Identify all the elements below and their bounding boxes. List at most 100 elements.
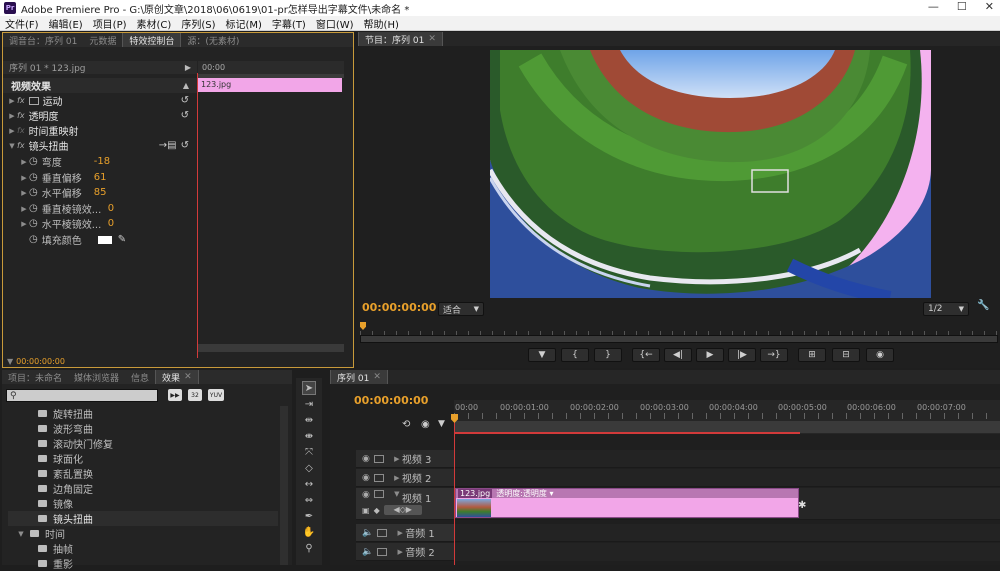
collapse-triangle-icon[interactable]: ▼: [7, 142, 17, 150]
param-row-horizontal-prism[interactable]: ▶ ◷ 水平棱镜效... 0: [3, 216, 197, 231]
clip-end-handle-icon[interactable]: ✱: [798, 500, 806, 511]
keyframe-icon[interactable]: ◆: [374, 506, 380, 515]
search-box[interactable]: ⚲: [6, 389, 158, 402]
lock-toggle-icon[interactable]: [373, 490, 384, 498]
stopwatch-icon[interactable]: ◷: [29, 203, 38, 214]
list-item[interactable]: 边角固定: [8, 481, 278, 496]
resolution-dropdown[interactable]: 1/2 ▼: [923, 302, 969, 316]
track-header-video-2[interactable]: ◉ ▶ 视频 2: [356, 469, 454, 487]
effect-controls-scrollbar[interactable]: [198, 344, 344, 352]
search-input[interactable]: [16, 390, 147, 401]
eye-icon[interactable]: ◉: [362, 473, 370, 483]
expand-triangle-icon[interactable]: ▶: [19, 205, 29, 213]
close-tab-icon[interactable]: ✕: [373, 372, 381, 382]
list-item[interactable]: 滚动快门修复: [8, 436, 278, 451]
menu-marker[interactable]: 标记(M): [220, 16, 266, 31]
program-zoom-bar[interactable]: [360, 335, 998, 343]
fill-color-swatch[interactable]: [97, 235, 112, 244]
lock-toggle-icon[interactable]: [373, 454, 384, 463]
list-item-selected[interactable]: 镜头扭曲: [8, 511, 278, 526]
fx-icon[interactable]: fx: [17, 126, 25, 135]
tab-audio-mixer[interactable]: 调音台：序列 01: [3, 33, 83, 47]
track-lane-video-2[interactable]: [455, 469, 1000, 487]
eye-icon[interactable]: ◉: [362, 490, 370, 500]
expand-triangle-icon[interactable]: ▶: [19, 220, 29, 228]
pen-tool-icon[interactable]: ✒: [302, 509, 316, 523]
collapse-triangle-icon[interactable]: ▼: [16, 530, 26, 538]
param-value[interactable]: 61: [94, 172, 107, 183]
snap-icon[interactable]: ⟲: [402, 419, 410, 430]
track-lane-video-3[interactable]: [455, 450, 1000, 468]
header-arrow-icon[interactable]: ▶: [185, 63, 191, 72]
track-select-tool-icon[interactable]: ⇥: [302, 397, 316, 411]
fx-icon[interactable]: fx: [17, 141, 25, 150]
collapse-triangle-icon[interactable]: ▼: [392, 490, 402, 498]
export-frame-button[interactable]: ◉: [866, 348, 894, 362]
mark-out-button[interactable]: }: [594, 348, 622, 362]
go-to-in-button[interactable]: {←: [632, 348, 660, 362]
maximize-button[interactable]: ☐: [957, 0, 967, 13]
display-style-icon[interactable]: ▣: [362, 506, 370, 515]
razor-tool-icon[interactable]: ◇: [302, 461, 316, 475]
list-item[interactable]: 球面化: [8, 451, 278, 466]
param-row-horizontal-offset[interactable]: ▶ ◷ 水平偏移 85: [3, 185, 197, 200]
stopwatch-icon[interactable]: ◷: [29, 156, 38, 167]
close-tab-icon[interactable]: ✕: [428, 34, 436, 44]
effect-menu-icon[interactable]: →▤: [159, 140, 177, 151]
rolling-edit-tool-icon[interactable]: ⇼: [302, 429, 316, 443]
param-row-vertical-prism[interactable]: ▶ ◷ 垂直棱镜效... 0: [3, 201, 197, 216]
hand-tool-icon[interactable]: ✋: [302, 525, 316, 539]
stopwatch-icon[interactable]: ◷: [29, 187, 38, 198]
effect-controls-time[interactable]: 00:00:00:00: [16, 357, 65, 366]
menu-clip[interactable]: 素材(C): [132, 16, 177, 31]
tab-project[interactable]: 项目：未命名: [2, 370, 68, 384]
track-header-audio-1[interactable]: 🔈 ▶ 音频 1: [356, 524, 454, 542]
program-timecode[interactable]: 00:00:00:00: [362, 301, 436, 314]
lock-toggle-icon[interactable]: [377, 528, 388, 537]
speaker-icon[interactable]: 🔈: [362, 528, 373, 538]
mark-in-button[interactable]: {: [561, 348, 589, 362]
param-value[interactable]: 0: [108, 203, 114, 214]
reset-icon[interactable]: ↺: [181, 140, 189, 151]
list-item[interactable]: 紊乱置换: [8, 466, 278, 481]
expand-triangle-icon[interactable]: ▶: [7, 97, 17, 105]
tab-effect-controls[interactable]: 特效控制台: [122, 33, 182, 47]
keyframe-controls[interactable]: ▣ ◆ ◀◇▶: [362, 504, 442, 516]
slide-tool-icon[interactable]: ⇔: [302, 493, 316, 507]
eye-icon[interactable]: ◉: [362, 454, 370, 464]
expand-triangle-icon[interactable]: ▶: [395, 548, 405, 556]
wrench-icon[interactable]: 🔧: [977, 300, 989, 311]
track-lane-audio-2[interactable]: [455, 543, 1000, 561]
tab-metadata[interactable]: 元数据: [83, 33, 122, 47]
menu-help[interactable]: 帮助(H): [359, 16, 404, 31]
tab-program[interactable]: 节目：序列 01 ✕: [358, 32, 443, 46]
stopwatch-icon[interactable]: ◷: [29, 234, 38, 245]
tab-source[interactable]: 源：(无素材): [181, 33, 245, 47]
tab-media-browser[interactable]: 媒体浏览器: [68, 370, 125, 384]
program-video-frame[interactable]: [490, 50, 931, 298]
list-item[interactable]: 抽帧: [8, 541, 278, 556]
fx-icon[interactable]: fx: [17, 111, 25, 120]
slip-tool-icon[interactable]: ↔: [302, 477, 316, 491]
param-value[interactable]: 0: [108, 218, 114, 229]
folder-item-time[interactable]: ▼ 时间: [8, 526, 278, 542]
effect-row-lens-distortion[interactable]: ▼ fx 镜头扭曲 →▤ ↺: [3, 138, 197, 153]
ripple-edit-tool-icon[interactable]: ⇹: [302, 413, 316, 427]
reset-icon[interactable]: ↺: [181, 95, 189, 106]
speaker-icon[interactable]: 🔈: [362, 547, 373, 557]
mini-playhead[interactable]: [197, 73, 198, 358]
yuv-filter-badge[interactable]: YUV: [208, 389, 224, 401]
clip-fx-dropdown[interactable]: 透明度:透明度 ▾: [496, 488, 553, 499]
fit-dropdown[interactable]: 适合 ▼: [438, 302, 484, 316]
menu-sequence[interactable]: 序列(S): [176, 16, 220, 31]
stopwatch-icon[interactable]: ◷: [29, 172, 38, 183]
stopwatch-icon[interactable]: ◷: [29, 218, 38, 229]
add-marker-button[interactable]: ▼: [528, 348, 556, 362]
expand-triangle-icon[interactable]: ▶: [395, 529, 405, 537]
effect-row-time-remap[interactable]: ▶ fx 时间重映射: [3, 123, 197, 138]
expand-triangle-icon[interactable]: ▶: [392, 474, 402, 482]
menu-project[interactable]: 项目(P): [88, 16, 132, 31]
expand-triangle-icon[interactable]: ▶: [19, 158, 29, 166]
add-marker-icon[interactable]: ▼: [438, 419, 445, 429]
marker-icon[interactable]: ◉: [421, 419, 430, 430]
